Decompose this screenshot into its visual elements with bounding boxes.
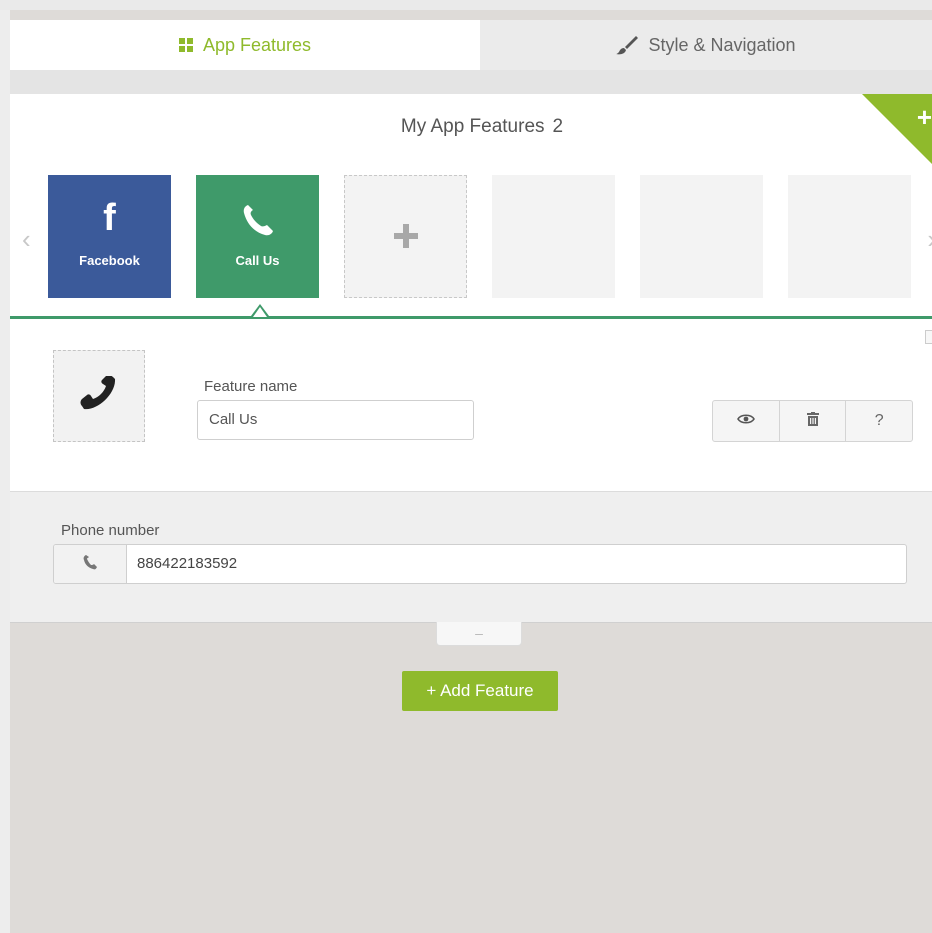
phone-icon: [83, 554, 97, 575]
tile-label-facebook: Facebook: [79, 253, 140, 268]
delete-button[interactable]: [780, 401, 847, 441]
feature-tile-facebook[interactable]: f Facebook: [48, 175, 171, 298]
facebook-icon: f: [103, 197, 116, 239]
main-tabs: App Features Style & Navigation: [10, 20, 932, 82]
feature-actions: ?: [712, 400, 913, 442]
phone-number-label: Phone number: [61, 522, 160, 539]
left-strip: [0, 10, 10, 933]
phone-handset-icon: [79, 374, 119, 417]
feature-icon-picker[interactable]: [53, 350, 145, 442]
phone-number-field[interactable]: 886422183592: [53, 544, 907, 584]
trash-icon: [806, 411, 819, 431]
phone-icon: [196, 203, 319, 242]
paintbrush-icon: [616, 35, 639, 55]
tile-label-call-us: Call Us: [235, 253, 280, 268]
add-feature-tile[interactable]: [344, 175, 467, 298]
phone-section: Phone number 886422183592: [10, 491, 932, 623]
panel-title: My App Features 2: [10, 116, 932, 138]
selection-line: [10, 316, 932, 319]
carousel-next-arrow[interactable]: ›: [927, 224, 932, 255]
feature-name-label: Feature name: [204, 378, 298, 395]
phone-number-value[interactable]: 886422183592: [127, 545, 237, 583]
tab-app-features-label: App Features: [202, 34, 312, 55]
corner-plus-icon[interactable]: +: [916, 106, 932, 128]
grid-icon: [178, 38, 193, 52]
empty-slot-tile: [788, 175, 911, 298]
app-features-panel: My App Features 2 + ‹ › f Facebook Call U…: [10, 94, 932, 491]
add-feature-button[interactable]: + Add Feature: [402, 671, 558, 711]
side-handle[interactable]: [925, 330, 932, 344]
preview-button[interactable]: [713, 401, 780, 441]
help-button[interactable]: ?: [846, 401, 912, 441]
top-strip: [0, 0, 932, 10]
plus-icon: [345, 224, 466, 253]
feature-name-input[interactable]: Call Us: [197, 400, 474, 440]
panel-title-text: My App Features: [400, 116, 545, 137]
tab-gap: [10, 70, 932, 94]
tab-style-navigation-label: Style & Navigation: [648, 34, 796, 55]
eye-icon: [736, 412, 755, 430]
feature-count: 2: [552, 116, 564, 137]
collapse-toggle[interactable]: –: [436, 622, 522, 646]
tab-app-features[interactable]: App Features: [10, 20, 480, 82]
add-corner-button[interactable]: [862, 94, 932, 164]
feature-tile-call-us[interactable]: Call Us: [196, 175, 319, 298]
carousel-prev-arrow[interactable]: ‹: [22, 224, 31, 255]
phone-addon: [54, 545, 127, 583]
selection-caret-inner: [253, 307, 267, 317]
empty-slot-tile: [640, 175, 763, 298]
tab-style-navigation[interactable]: Style & Navigation: [480, 20, 932, 70]
empty-slot-tile: [492, 175, 615, 298]
